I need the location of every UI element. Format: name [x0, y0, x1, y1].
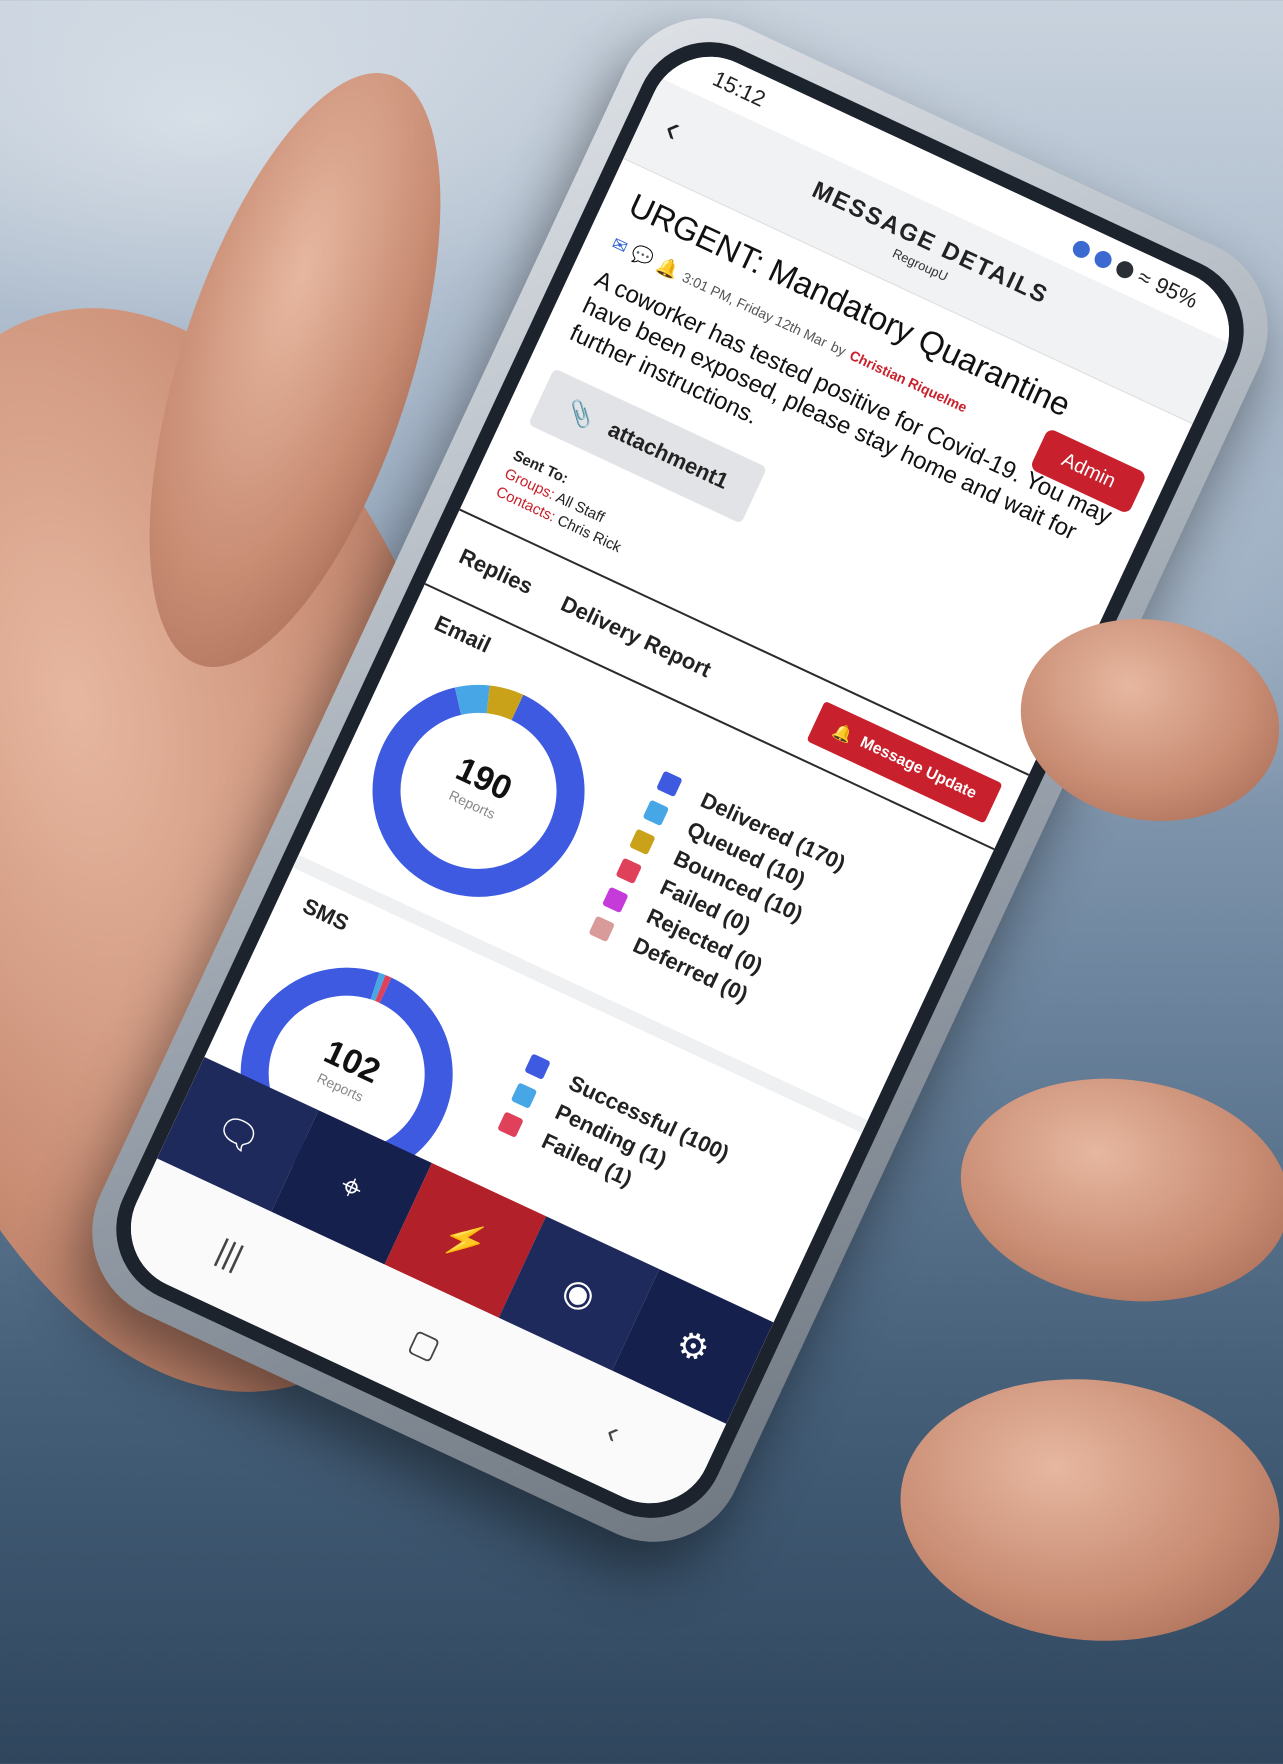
- donut-segment: [370, 972, 386, 1001]
- chat-bubbles-icon: 🗨: [208, 1105, 268, 1163]
- facebook-icon: [1091, 247, 1115, 271]
- chat-bubble-icon: 💬: [627, 242, 657, 270]
- legend-swatch: [524, 1052, 551, 1080]
- donut-segment: [486, 685, 524, 720]
- message-update-label: Message Update: [857, 733, 980, 803]
- lightning-icon: ⚡: [436, 1211, 495, 1268]
- legend-swatch: [588, 915, 616, 942]
- legend-swatch: [642, 799, 670, 826]
- back-icon[interactable]: ‹: [601, 1413, 626, 1451]
- wifi-icon: ≈: [1133, 263, 1156, 292]
- battery-level: 95%: [1151, 272, 1202, 314]
- tab-replies[interactable]: Replies: [455, 543, 537, 600]
- notification-icon: [1113, 257, 1137, 281]
- legend-swatch: [510, 1081, 538, 1109]
- map-pin-icon: ⌖: [334, 1163, 370, 1210]
- legend-swatch: [656, 770, 683, 797]
- paperclip-icon: 📎: [563, 397, 599, 432]
- user-circle-icon: ◉: [556, 1267, 603, 1319]
- bell-icon: 🔔: [653, 254, 683, 282]
- donut-segment: [455, 684, 490, 715]
- facebook-icon: [1070, 237, 1093, 261]
- recent-apps-icon[interactable]: |||: [211, 1231, 249, 1275]
- legend-swatch: [602, 886, 629, 913]
- message-by: by: [828, 337, 849, 359]
- donut-segment: [375, 974, 392, 1003]
- bell-icon: 🔔: [830, 721, 856, 746]
- attachment-name: attachment1: [604, 416, 733, 494]
- home-icon[interactable]: ▢: [403, 1320, 447, 1367]
- legend-swatch: [629, 828, 656, 855]
- legend-swatch: [497, 1110, 524, 1138]
- legend-swatch: [615, 857, 643, 884]
- gear-icon: ⚙: [669, 1320, 717, 1372]
- email-icon: ✉: [608, 233, 631, 258]
